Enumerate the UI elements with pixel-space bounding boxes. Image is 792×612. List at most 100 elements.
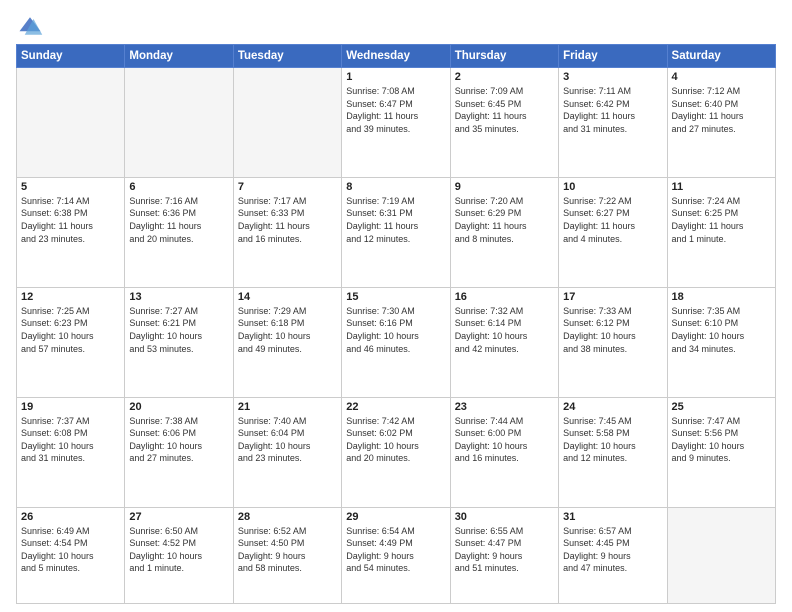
day-info: Sunrise: 6:52 AM Sunset: 4:50 PM Dayligh… [238, 525, 337, 575]
day-number: 20 [129, 401, 228, 413]
week-row-1: 1 Sunrise: 7:08 AM Sunset: 6:47 PM Daylig… [17, 68, 776, 178]
day-cell: 25Sunrise: 7:47 AM Sunset: 5:56 PM Dayli… [667, 397, 775, 507]
day-number: 18 [672, 291, 771, 303]
calendar: SundayMondayTuesdayWednesdayThursdayFrid… [16, 44, 776, 604]
day-info: Sunrise: 7:25 AM Sunset: 6:23 PM Dayligh… [21, 305, 120, 355]
week-row-3: 12 Sunrise: 7:25 AM Sunset: 6:23 PM Dayli… [17, 287, 776, 397]
page: SundayMondayTuesdayWednesdayThursdayFrid… [0, 0, 792, 612]
day-number: 22 [346, 401, 445, 413]
day-info: Sunrise: 7:12 AM Sunset: 6:40 PM Dayligh… [672, 85, 771, 135]
day-cell: 31Sunrise: 6:57 AM Sunset: 4:45 PM Dayli… [559, 507, 667, 604]
day-cell [125, 68, 233, 178]
weekday-header-tuesday: Tuesday [233, 45, 341, 68]
day-cell: 6Sunrise: 7:16 AM Sunset: 6:36 PM Daylig… [125, 177, 233, 287]
day-number: 16 [455, 291, 554, 303]
day-info: Sunrise: 7:32 AM Sunset: 6:14 PM Dayligh… [455, 305, 554, 355]
day-info: Sunrise: 7:16 AM Sunset: 6:36 PM Dayligh… [129, 195, 228, 245]
day-number: 21 [238, 401, 337, 413]
header [16, 12, 776, 40]
day-info: Sunrise: 7:09 AM Sunset: 6:45 PM Dayligh… [455, 85, 554, 135]
day-number: 28 [238, 511, 337, 523]
day-info: Sunrise: 6:54 AM Sunset: 4:49 PM Dayligh… [346, 525, 445, 575]
day-info: Sunrise: 7:42 AM Sunset: 6:02 PM Dayligh… [346, 415, 445, 465]
week-row-5: 26Sunrise: 6:49 AM Sunset: 4:54 PM Dayli… [17, 507, 776, 604]
day-number: 27 [129, 511, 228, 523]
day-number: 13 [129, 291, 228, 303]
day-number: 29 [346, 511, 445, 523]
day-info: Sunrise: 6:57 AM Sunset: 4:45 PM Dayligh… [563, 525, 662, 575]
day-info: Sunrise: 7:08 AM Sunset: 6:47 PM Dayligh… [346, 85, 445, 135]
week-row-4: 19 Sunrise: 7:37 AM Sunset: 6:08 PM Dayli… [17, 397, 776, 507]
day-cell: 23Sunrise: 7:44 AM Sunset: 6:00 PM Dayli… [450, 397, 558, 507]
weekday-header-sunday: Sunday [17, 45, 125, 68]
weekday-header-row: SundayMondayTuesdayWednesdayThursdayFrid… [17, 45, 776, 68]
day-number: 5 [21, 181, 120, 193]
day-cell: 19 Sunrise: 7:37 AM Sunset: 6:08 PM Dayli… [17, 397, 125, 507]
day-number: 25 [672, 401, 771, 413]
day-number: 11 [672, 181, 771, 193]
weekday-header-thursday: Thursday [450, 45, 558, 68]
week-row-2: 5 Sunrise: 7:14 AM Sunset: 6:38 PM Daylig… [17, 177, 776, 287]
day-info: Sunrise: 7:33 AM Sunset: 6:12 PM Dayligh… [563, 305, 662, 355]
day-number: 19 [21, 401, 120, 413]
day-cell: 29 Sunrise: 6:54 AM Sunset: 4:49 PM Dayli… [342, 507, 450, 604]
day-info: Sunrise: 7:17 AM Sunset: 6:33 PM Dayligh… [238, 195, 337, 245]
weekday-header-monday: Monday [125, 45, 233, 68]
day-cell: 16 Sunrise: 7:32 AM Sunset: 6:14 PM Dayli… [450, 287, 558, 397]
day-cell: 15Sunrise: 7:30 AM Sunset: 6:16 PM Dayli… [342, 287, 450, 397]
day-number: 1 [346, 71, 445, 83]
day-number: 14 [238, 291, 337, 303]
day-info: Sunrise: 7:27 AM Sunset: 6:21 PM Dayligh… [129, 305, 228, 355]
day-info: Sunrise: 7:24 AM Sunset: 6:25 PM Dayligh… [672, 195, 771, 245]
day-info: Sunrise: 7:35 AM Sunset: 6:10 PM Dayligh… [672, 305, 771, 355]
day-cell: 13 Sunrise: 7:27 AM Sunset: 6:21 PM Dayli… [125, 287, 233, 397]
day-number: 2 [455, 71, 554, 83]
day-cell: 7 Sunrise: 7:17 AM Sunset: 6:33 PM Daylig… [233, 177, 341, 287]
day-info: Sunrise: 7:38 AM Sunset: 6:06 PM Dayligh… [129, 415, 228, 465]
day-info: Sunrise: 6:55 AM Sunset: 4:47 PM Dayligh… [455, 525, 554, 575]
day-cell: 20 Sunrise: 7:38 AM Sunset: 6:06 PM Dayli… [125, 397, 233, 507]
day-info: Sunrise: 7:37 AM Sunset: 6:08 PM Dayligh… [21, 415, 120, 465]
day-cell [233, 68, 341, 178]
day-info: Sunrise: 7:29 AM Sunset: 6:18 PM Dayligh… [238, 305, 337, 355]
weekday-header-wednesday: Wednesday [342, 45, 450, 68]
day-info: Sunrise: 7:11 AM Sunset: 6:42 PM Dayligh… [563, 85, 662, 135]
weekday-header-friday: Friday [559, 45, 667, 68]
day-number: 9 [455, 181, 554, 193]
day-cell: 17 Sunrise: 7:33 AM Sunset: 6:12 PM Dayli… [559, 287, 667, 397]
day-cell: 21Sunrise: 7:40 AM Sunset: 6:04 PM Dayli… [233, 397, 341, 507]
day-number: 15 [346, 291, 445, 303]
day-cell: 30 Sunrise: 6:55 AM Sunset: 4:47 PM Dayli… [450, 507, 558, 604]
day-cell: 14 Sunrise: 7:29 AM Sunset: 6:18 PM Dayli… [233, 287, 341, 397]
day-number: 17 [563, 291, 662, 303]
day-number: 26 [21, 511, 120, 523]
day-info: Sunrise: 7:14 AM Sunset: 6:38 PM Dayligh… [21, 195, 120, 245]
day-number: 12 [21, 291, 120, 303]
day-number: 7 [238, 181, 337, 193]
day-cell: 10 Sunrise: 7:22 AM Sunset: 6:27 PM Dayli… [559, 177, 667, 287]
day-cell: 1 Sunrise: 7:08 AM Sunset: 6:47 PM Daylig… [342, 68, 450, 178]
day-number: 3 [563, 71, 662, 83]
day-cell: 28 Sunrise: 6:52 AM Sunset: 4:50 PM Dayli… [233, 507, 341, 604]
day-cell: 24Sunrise: 7:45 AM Sunset: 5:58 PM Dayli… [559, 397, 667, 507]
day-number: 30 [455, 511, 554, 523]
day-cell: 9Sunrise: 7:20 AM Sunset: 6:29 PM Daylig… [450, 177, 558, 287]
day-cell: 4 Sunrise: 7:12 AM Sunset: 6:40 PM Daylig… [667, 68, 775, 178]
day-cell [667, 507, 775, 604]
day-info: Sunrise: 7:22 AM Sunset: 6:27 PM Dayligh… [563, 195, 662, 245]
day-number: 23 [455, 401, 554, 413]
day-number: 4 [672, 71, 771, 83]
day-number: 8 [346, 181, 445, 193]
day-info: Sunrise: 7:19 AM Sunset: 6:31 PM Dayligh… [346, 195, 445, 245]
day-cell [17, 68, 125, 178]
day-number: 24 [563, 401, 662, 413]
day-cell: 12 Sunrise: 7:25 AM Sunset: 6:23 PM Dayli… [17, 287, 125, 397]
day-cell: 5 Sunrise: 7:14 AM Sunset: 6:38 PM Daylig… [17, 177, 125, 287]
day-cell: 26Sunrise: 6:49 AM Sunset: 4:54 PM Dayli… [17, 507, 125, 604]
day-cell: 11 Sunrise: 7:24 AM Sunset: 6:25 PM Dayli… [667, 177, 775, 287]
weekday-header-saturday: Saturday [667, 45, 775, 68]
day-cell: 8 Sunrise: 7:19 AM Sunset: 6:31 PM Daylig… [342, 177, 450, 287]
day-number: 10 [563, 181, 662, 193]
day-cell: 27Sunrise: 6:50 AM Sunset: 4:52 PM Dayli… [125, 507, 233, 604]
day-cell: 3 Sunrise: 7:11 AM Sunset: 6:42 PM Daylig… [559, 68, 667, 178]
